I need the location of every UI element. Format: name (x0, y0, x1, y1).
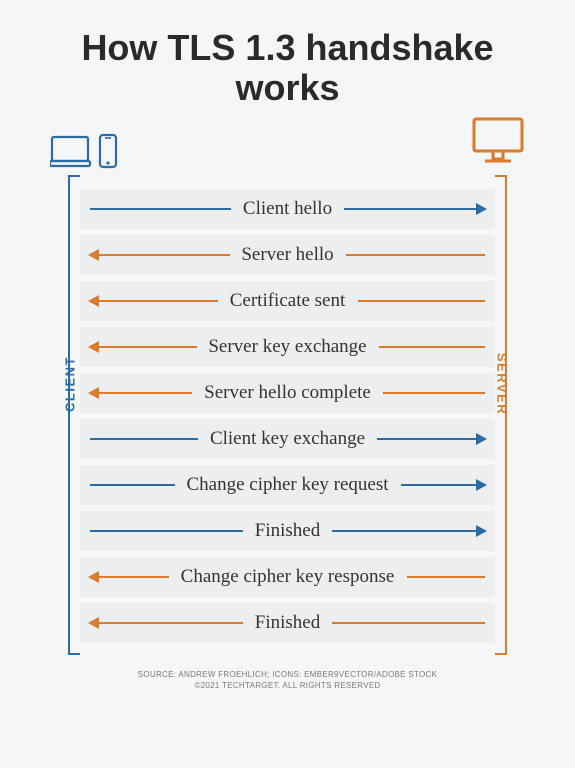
handshake-step: Change cipher key request (80, 465, 495, 505)
step-label: Client hello (235, 198, 340, 220)
diagram-title: How TLS 1.3 handshake works (0, 0, 575, 117)
arrow-left-icon (88, 617, 99, 629)
server-monitor-icon (471, 116, 525, 169)
step-label: Change cipher key request (178, 474, 396, 496)
step-label: Finished (247, 612, 328, 634)
step-label: Server key exchange (200, 336, 374, 358)
handshake-step: Server hello complete (80, 373, 495, 413)
credits-source: SOURCE: ANDREW FROEHLICH; ICONS: EMBER9V… (0, 669, 575, 680)
handshake-step: Finished (80, 603, 495, 643)
credits: SOURCE: ANDREW FROEHLICH; ICONS: EMBER9V… (0, 669, 575, 691)
arrow-left-icon (88, 341, 99, 353)
arrow-left-icon (88, 295, 99, 307)
credits-copyright: ©2021 TECHTARGET. ALL RIGHTS RESERVED (0, 680, 575, 691)
client-devices-icon (50, 133, 118, 169)
step-label: Client key exchange (202, 428, 373, 450)
arrow-left-icon (88, 387, 99, 399)
step-label: Server hello (233, 244, 341, 266)
handshake-step: Server key exchange (80, 327, 495, 367)
handshake-step: Client key exchange (80, 419, 495, 459)
step-label: Finished (247, 520, 328, 542)
arrow-right-icon (476, 479, 487, 491)
step-label: Change cipher key response (173, 566, 403, 588)
arrow-right-icon (476, 433, 487, 445)
handshake-step: Client hello (80, 189, 495, 229)
step-label: Server hello complete (196, 382, 379, 404)
arrow-left-icon (88, 571, 99, 583)
step-label: Certificate sent (222, 290, 354, 312)
handshake-step: Server hello (80, 235, 495, 275)
handshake-step: Certificate sent (80, 281, 495, 321)
arrow-left-icon (88, 249, 99, 261)
handshake-step: Finished (80, 511, 495, 551)
arrow-right-icon (476, 203, 487, 215)
arrow-right-icon (476, 525, 487, 537)
icon-row (50, 117, 525, 169)
handshake-diagram: Client hello Server hello Certificate sent… (68, 175, 507, 655)
handshake-step: Change cipher key response (80, 557, 495, 597)
